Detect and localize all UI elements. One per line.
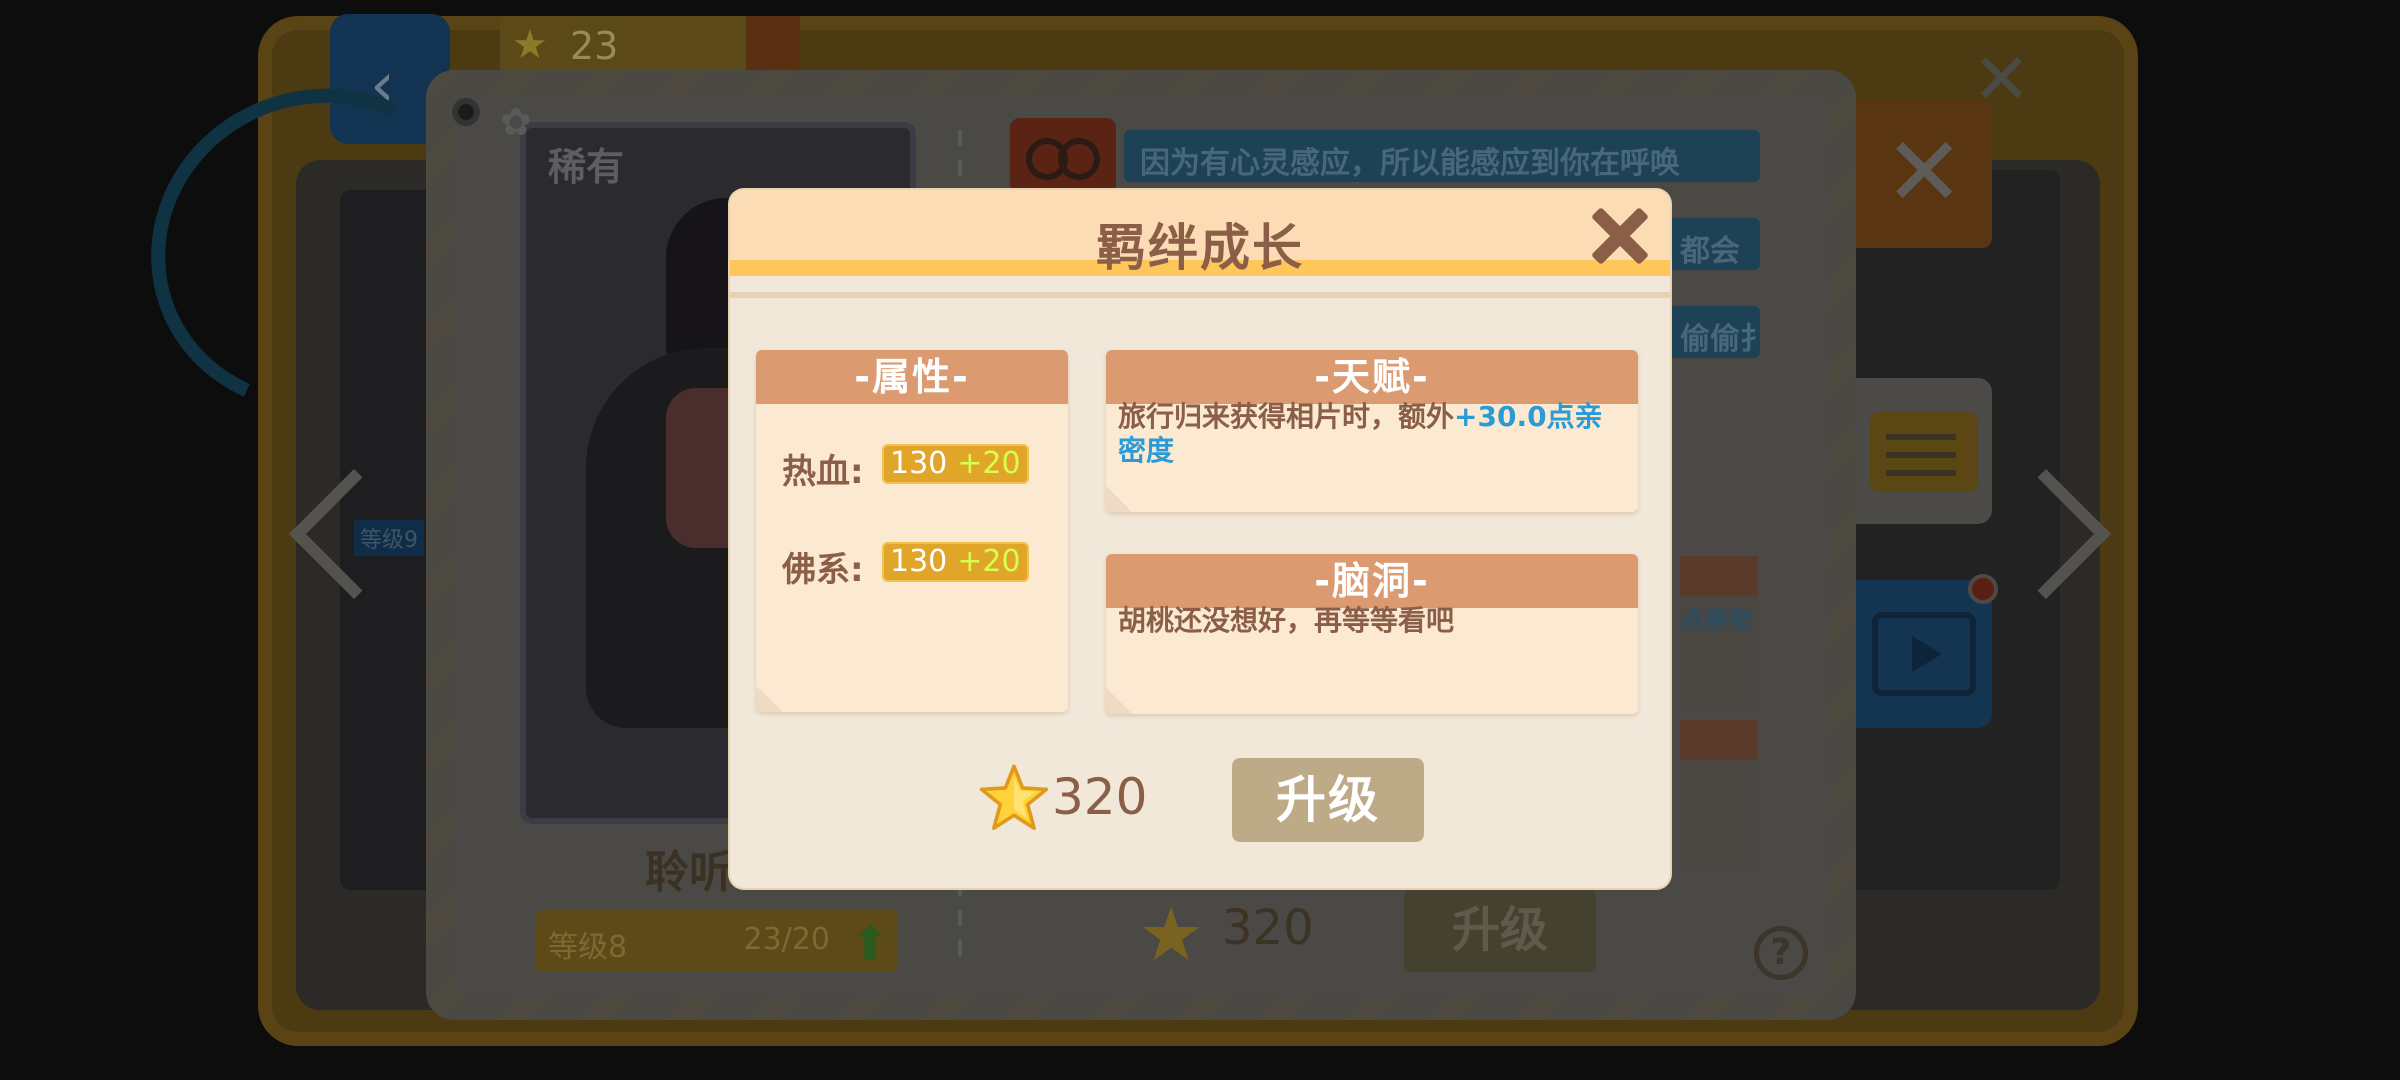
story-line-1: 因为有心灵感应，所以能感应到你在呼唤 xyxy=(1124,130,1760,182)
help-icon[interactable]: ? xyxy=(1754,926,1808,980)
attribute-value-pill: 130 +20 xyxy=(882,444,1029,484)
attribute-value: 130 xyxy=(890,544,948,579)
story-line-3: 偷偷扌 xyxy=(1664,306,1760,358)
close-icon[interactable] xyxy=(1588,204,1652,268)
attribute-bonus: +20 xyxy=(957,544,1021,579)
brain-header: -脑洞- xyxy=(1106,554,1638,608)
currency-bar: ★ 23 xyxy=(500,16,800,72)
background-upgrade-button[interactable]: 升级 xyxy=(1404,888,1596,972)
cassette-tape-icon[interactable] xyxy=(1010,118,1116,194)
brain-panel: -脑洞- 胡桃还没想好，再等等看吧 xyxy=(1106,554,1638,714)
background-panel-right-2 xyxy=(1680,720,1758,870)
modal-header-shadow xyxy=(730,292,1670,298)
notes-button[interactable] xyxy=(1856,378,1992,524)
video-button[interactable] xyxy=(1856,574,1998,728)
story-line-2: 都会 xyxy=(1664,218,1760,270)
upgrade-cost: 320 xyxy=(1052,768,1148,826)
talent-description: 旅行归来获得相片时，额外 xyxy=(1118,400,1455,433)
upgrade-button[interactable]: 升级 xyxy=(1232,758,1424,842)
prev-arrow-icon[interactable] xyxy=(288,468,368,628)
currency-add-button[interactable] xyxy=(746,16,800,72)
level-label: 等级8 xyxy=(548,930,628,965)
character-name: 聆听 xyxy=(645,847,733,898)
star-icon xyxy=(979,764,1049,831)
background-panel-right-1: 点亲密 xyxy=(1680,556,1758,706)
talent-text: 旅行归来获得相片时，额外+30.0点亲密度 xyxy=(1118,400,1626,468)
talent-panel: -天赋- 旅行归来获得相片时，额外+30.0点亲密度 xyxy=(1106,350,1638,512)
modal-title: 羁绊成长 xyxy=(1096,219,1304,277)
background-cost: 320 xyxy=(1222,900,1314,956)
video-icon xyxy=(1872,612,1976,696)
notes-icon xyxy=(1870,412,1978,492)
star-icon: ★ xyxy=(512,22,548,68)
attribute-bonus: +20 xyxy=(957,446,1021,481)
attribute-value-pill: 130 +20 xyxy=(882,542,1029,582)
rarity-label: 稀有 xyxy=(548,145,625,189)
background-panel-note: 点亲密 xyxy=(1680,606,1752,634)
attribute-value: 130 xyxy=(890,446,948,481)
bond-growth-modal: 羁绊成长 -属性- 热血: 130 +20 佛系: 130 +20 -天赋- 旅行归… xyxy=(730,190,1670,888)
panel-fold xyxy=(756,686,782,712)
star-icon: ★ xyxy=(1138,892,1205,978)
next-arrow-icon[interactable] xyxy=(2040,468,2120,628)
attributes-panel: -属性- 热血: 130 +20 佛系: 130 +20 xyxy=(756,350,1068,712)
notification-dot xyxy=(1968,574,1998,604)
talent-header: -天赋- xyxy=(1106,350,1638,404)
attribute-label: 热血: xyxy=(782,452,864,492)
attributes-header: -属性- xyxy=(756,350,1068,404)
rarity-badge: ✿ 稀有 xyxy=(500,100,625,189)
brain-text: 胡桃还没想好，再等等看吧 xyxy=(1118,604,1455,637)
level-up-arrow-icon[interactable]: ⬆ xyxy=(850,916,890,972)
side-close-button[interactable]: ✕ xyxy=(1856,100,1992,248)
level-progress: 23/20 xyxy=(743,922,830,957)
level-bar: 等级8 23/20 ⬆ xyxy=(536,910,898,972)
panel-fold xyxy=(1106,486,1132,512)
attribute-label: 佛系: xyxy=(782,550,864,590)
lanyard-knot xyxy=(452,98,480,126)
close-icon: ✕ xyxy=(1884,116,1965,228)
panel-fold xyxy=(1106,688,1132,714)
currency-value: 23 xyxy=(570,24,619,68)
